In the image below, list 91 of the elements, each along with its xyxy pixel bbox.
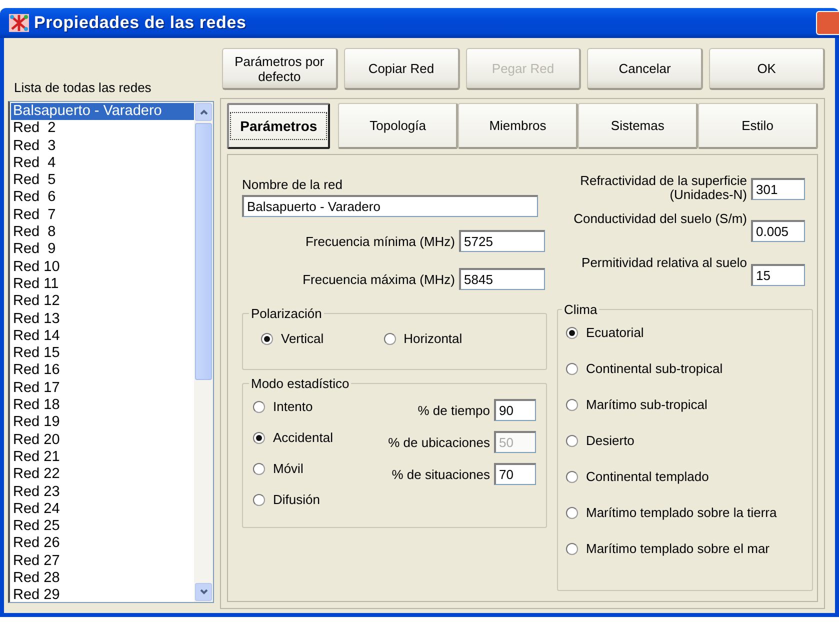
list-item[interactable]: Red 15 — [11, 345, 194, 362]
network-list[interactable] — [8, 101, 214, 603]
group-title: Clima — [563, 302, 598, 317]
list-item[interactable]: Red 10 — [11, 258, 194, 276]
text-field[interactable]: 15 — [751, 264, 805, 286]
radio-button[interactable] — [253, 494, 265, 506]
list-item[interactable]: Red 24 — [11, 500, 194, 518]
radio-label[interactable]: Continental templado — [586, 469, 709, 484]
list-item[interactable]: Red 22 — [11, 466, 194, 484]
radio-button[interactable] — [566, 362, 578, 374]
list-item[interactable]: Red 13 — [11, 310, 194, 328]
radio-label[interactable]: Difusión — [273, 492, 320, 507]
radio-label[interactable]: Ecuatorial — [586, 325, 644, 340]
radio-button[interactable] — [566, 506, 578, 518]
tab[interactable]: Topología — [338, 103, 458, 149]
list-item[interactable]: Red 25 — [11, 518, 194, 536]
radio-label[interactable]: Vertical — [281, 331, 324, 346]
text-field[interactable]: 70 — [494, 463, 536, 485]
list-item[interactable]: Red 21 — [11, 448, 194, 466]
field-label: % de situaciones — [392, 466, 490, 482]
radio-button[interactable] — [253, 400, 265, 412]
radio-label[interactable]: Marítimo sub-tropical — [586, 397, 708, 412]
tab[interactable]: Estilo — [698, 103, 818, 149]
radio-label[interactable]: Intento — [273, 399, 313, 414]
list-item[interactable]: Balsapuerto - Varadero — [11, 103, 194, 120]
radio-label[interactable]: Marítimo templado sobre el mar — [586, 541, 770, 556]
list-item[interactable]: Red 20 — [11, 432, 194, 449]
action-button[interactable]: OK — [709, 48, 825, 90]
radio-label[interactable]: Continental sub-tropical — [586, 361, 723, 376]
radio-label[interactable]: Móvil — [273, 461, 304, 476]
field-label: Frecuencia mínima (MHz) — [305, 234, 455, 248]
network-icon — [8, 13, 30, 33]
radio-button[interactable] — [253, 432, 265, 444]
list-item[interactable]: Red 27 — [11, 552, 194, 570]
list-item[interactable]: Red 29 — [11, 587, 194, 602]
field-label: Nombre de la red — [242, 177, 344, 192]
tab[interactable]: Miembros — [458, 103, 578, 149]
list-item[interactable]: Red 17 — [11, 380, 194, 398]
list-item[interactable]: Red 18 — [11, 397, 194, 414]
list-item[interactable]: Red 16 — [11, 362, 194, 380]
list-item[interactable]: Red 3 — [11, 138, 194, 155]
list-item[interactable]: Red 28 — [11, 570, 194, 588]
radio-label[interactable]: Desierto — [586, 433, 634, 448]
text-field[interactable]: Balsapuerto - Varadero — [242, 195, 538, 217]
tab[interactable]: Sistemas — [578, 103, 698, 149]
scrollbar[interactable] — [194, 102, 213, 602]
field-label: % de tiempo — [418, 402, 490, 418]
field-label: Permitividad relativa al suelo — [582, 256, 747, 270]
list-item[interactable]: Red 4 — [11, 154, 194, 172]
list-item[interactable]: Red 11 — [11, 276, 194, 294]
radio-button[interactable] — [253, 462, 265, 474]
text-field[interactable]: 5725 — [459, 230, 545, 252]
radio-button[interactable] — [566, 398, 578, 410]
list-label: Lista de todas las redes — [13, 80, 152, 95]
text-field[interactable]: 90 — [494, 399, 536, 421]
text-field[interactable]: 5845 — [459, 268, 545, 290]
window-title: Propiedades de las redes — [34, 13, 248, 33]
list-item[interactable]: Red 9 — [11, 241, 194, 259]
field-label: Refractividad de la superficie (Unidades-N) — [580, 174, 747, 202]
radio-button[interactable] — [566, 542, 578, 554]
radio-button[interactable] — [566, 470, 578, 482]
group-title: Modo estadístico — [250, 376, 350, 391]
field-label: Conductividad del suelo (S/m) — [574, 212, 747, 226]
list-item[interactable]: Red 26 — [11, 535, 194, 553]
tab[interactable]: Parámetros — [227, 103, 330, 149]
radio-label[interactable]: Horizontal — [404, 331, 462, 346]
field-label: % de ubicaciones — [388, 434, 490, 450]
action-button[interactable]: Cancelar — [587, 48, 704, 90]
radio-label[interactable]: Accidental — [273, 430, 333, 445]
list-item[interactable]: Red 19 — [11, 414, 194, 432]
text-field: 50 — [494, 431, 536, 453]
text-field[interactable]: 301 — [751, 178, 805, 200]
list-item[interactable]: Red 23 — [11, 484, 194, 501]
radio-button[interactable] — [566, 434, 578, 446]
radio-button[interactable] — [566, 326, 578, 338]
list-item[interactable]: Red 8 — [11, 224, 194, 242]
close-button[interactable] — [816, 11, 839, 35]
list-item[interactable]: Red 5 — [11, 172, 194, 190]
radio-label[interactable]: Marítimo templado sobre la tierra — [586, 505, 777, 520]
text-field[interactable]: 0.005 — [751, 220, 805, 242]
list-item[interactable]: Red 14 — [11, 328, 194, 346]
group-title: Polarización — [250, 306, 323, 321]
list-item[interactable]: Red 2 — [11, 120, 194, 138]
field-label: Frecuencia máxima (MHz) — [302, 272, 455, 286]
action-button[interactable]: Copiar Red — [344, 48, 460, 90]
radio-button[interactable] — [261, 332, 273, 344]
list-item[interactable]: Red 7 — [11, 206, 194, 224]
action-button[interactable]: Parámetros por defecto — [222, 48, 338, 90]
list-item[interactable]: Red 6 — [11, 189, 194, 207]
list-item[interactable]: Red 12 — [11, 293, 194, 311]
radio-button[interactable] — [384, 332, 396, 344]
